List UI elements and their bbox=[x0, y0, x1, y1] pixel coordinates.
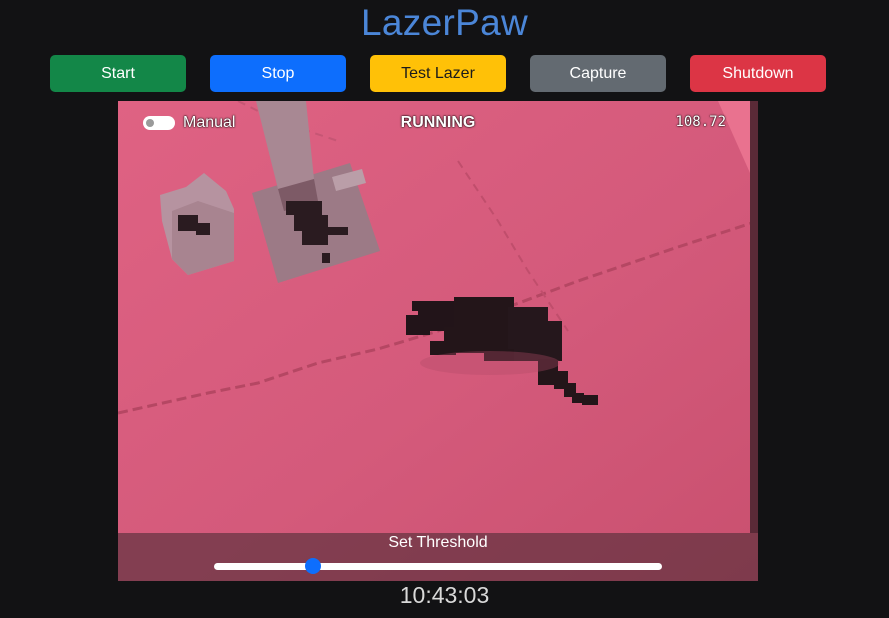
threshold-panel: Set Threshold bbox=[118, 533, 758, 581]
app-title: LazerPaw bbox=[361, 2, 528, 43]
stop-button[interactable]: Stop bbox=[210, 55, 346, 92]
shutdown-button[interactable]: Shutdown bbox=[690, 55, 826, 92]
start-button[interactable]: Start bbox=[50, 55, 186, 92]
fps-readout: 108.72 bbox=[675, 114, 726, 130]
threshold-slider-thumb[interactable] bbox=[304, 558, 321, 574]
capture-button[interactable]: Capture bbox=[530, 55, 666, 92]
threshold-slider[interactable] bbox=[214, 558, 662, 574]
status-indicator: RUNNING bbox=[400, 114, 476, 131]
camera-feed: Manual RUNNING 108.72 Set Threshold bbox=[118, 101, 758, 581]
video-status-bar: Manual RUNNING 108.72 bbox=[118, 101, 758, 141]
camera-frame-image bbox=[118, 101, 758, 581]
clock-display: 10:43:03 bbox=[399, 582, 490, 608]
test-lazer-button[interactable]: Test Lazer bbox=[370, 55, 506, 92]
threshold-label: Set Threshold bbox=[388, 534, 488, 551]
